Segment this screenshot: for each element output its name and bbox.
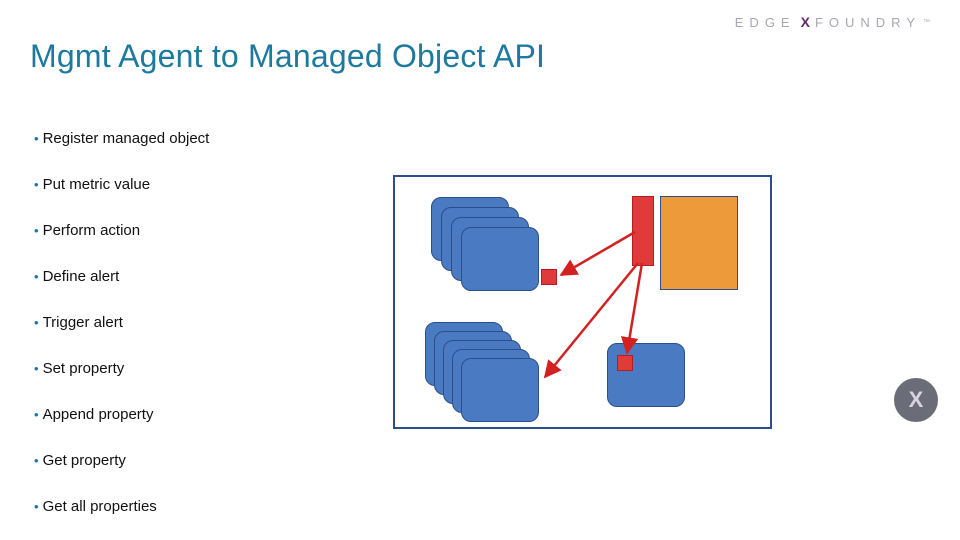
managed-object-card: [461, 227, 539, 291]
list-item: •Get all properties: [34, 498, 209, 516]
managed-object-card: [461, 358, 539, 422]
bullet-text: Register managed object: [43, 130, 210, 147]
list-item: •Put metric value: [34, 176, 209, 194]
list-item: •Register managed object: [34, 130, 209, 148]
bullet-text: Define alert: [43, 268, 120, 285]
bullet-text: Trigger alert: [43, 314, 123, 331]
managed-object-single: [607, 343, 685, 407]
brand-left: EDGE: [735, 15, 796, 30]
list-item: •Define alert: [34, 268, 209, 286]
list-item: •Trigger alert: [34, 314, 209, 332]
edgex-badge-icon: X: [894, 378, 938, 422]
list-item: •Get property: [34, 452, 209, 470]
mgmt-agent-box: [660, 196, 738, 290]
endpoint-marker: [617, 355, 633, 371]
list-item: •Perform action: [34, 222, 209, 240]
architecture-diagram: [393, 175, 772, 429]
bullet-text: Perform action: [43, 222, 141, 239]
bullet-text: Set property: [43, 360, 125, 377]
page-title: Mgmt Agent to Managed Object API: [30, 38, 545, 75]
bullet-text: Put metric value: [43, 176, 151, 193]
agent-connector-bar: [632, 196, 654, 266]
bullet-text: Get property: [43, 452, 126, 469]
brand-x: X: [801, 14, 810, 30]
list-item: •Set property: [34, 360, 209, 378]
bullet-list: •Register managed object •Put metric val…: [34, 130, 209, 540]
edgex-badge-glyph: X: [909, 387, 924, 413]
endpoint-marker: [541, 269, 557, 285]
bullet-text: Get all properties: [43, 498, 157, 515]
list-item: •Append property: [34, 406, 209, 424]
brand-tm: ™: [923, 19, 930, 26]
bullet-text: Append property: [43, 406, 154, 423]
brand-right: FOUNDRY: [815, 15, 921, 30]
brand-logo: EDGE X FOUNDRY ™: [735, 14, 930, 30]
